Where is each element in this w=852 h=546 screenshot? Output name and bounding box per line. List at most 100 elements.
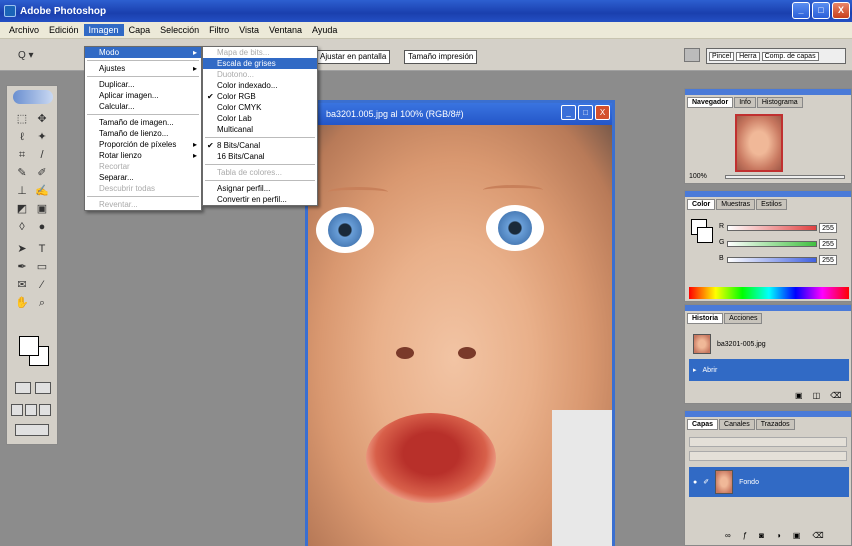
channel-b-value[interactable]: 255 [819, 255, 837, 265]
menu-ventana[interactable]: Ventana [264, 24, 307, 36]
imagen_menu-item[interactable]: Calcular... [85, 101, 201, 112]
fit-screen-button[interactable]: Ajustar en pantalla [316, 50, 391, 64]
history-new-document-icon[interactable]: ▣ [795, 391, 803, 400]
marquee-tool-icon[interactable]: ⬚ [15, 112, 29, 126]
layer-link-icon[interactable]: ∞ [725, 531, 731, 540]
history-new-snapshot-icon[interactable]: ◫ [813, 391, 821, 400]
modo_menu-item[interactable]: Asignar perfil... [203, 183, 317, 194]
healing-brush-icon[interactable]: ✎ [15, 166, 29, 180]
print-size-button[interactable]: Tamaño impresión [404, 50, 478, 64]
tab-historia[interactable]: Historia [687, 313, 724, 324]
jump-to-imageready-icon[interactable] [15, 424, 49, 436]
notes-tool-icon[interactable]: ✉ [15, 278, 29, 292]
zoom-tool-icon[interactable]: ⌕ [35, 296, 49, 310]
modo_menu-item[interactable]: Color CMYK [203, 102, 317, 113]
blur-tool-icon[interactable]: ◊ [15, 220, 29, 234]
imagen_menu-item[interactable]: Tamaño de lienzo... [85, 128, 201, 139]
tab-color[interactable]: Color [687, 199, 716, 210]
well-tab-layer-comps[interactable]: Comp. de capas [761, 51, 819, 61]
type-tool-icon[interactable]: T [35, 242, 49, 256]
imagen_menu-item[interactable]: Separar... [85, 172, 201, 183]
screen-mode-standard-icon[interactable] [11, 404, 23, 416]
adobe-feather-icon[interactable] [13, 90, 53, 104]
history-brush-icon[interactable]: ✍ [35, 184, 49, 198]
zoom-tool-preset[interactable]: Q ▾ [18, 50, 34, 61]
menu-edicion[interactable]: Edición [44, 24, 84, 36]
slice-tool-icon[interactable]: / [35, 148, 49, 162]
modo_menu-item[interactable]: ✔ 8 Bits/Canal [203, 140, 317, 151]
layer-row-fondo[interactable]: ● ✐ Fondo [689, 467, 849, 497]
foreground-color-swatch[interactable] [19, 336, 39, 356]
tab-trazados[interactable]: Trazados [755, 419, 795, 430]
layer-visibility-eye-icon[interactable]: ● [693, 479, 697, 486]
doc-close-button[interactable]: X [595, 105, 610, 120]
maximize-button[interactable]: □ [812, 2, 830, 19]
hand-tool-icon[interactable]: ✋ [15, 296, 29, 310]
lasso-tool-icon[interactable]: ℓ [15, 130, 29, 144]
color-spectrum-bar[interactable] [689, 287, 849, 299]
minimize-button[interactable]: _ [792, 2, 810, 19]
imagen_menu-item[interactable]: Ajustes ▸ [85, 63, 201, 74]
channel-r-value[interactable]: 255 [819, 223, 837, 233]
screen-mode-full-menu-icon[interactable] [25, 404, 37, 416]
modo_menu-item[interactable]: ✔ Color RGB [203, 91, 317, 102]
tab-navegador[interactable]: Navegador [687, 97, 734, 108]
tab-estilos[interactable]: Estilos [756, 199, 787, 210]
history-state-abrir[interactable]: ▸ Abrir [689, 359, 849, 381]
imagen_menu-item[interactable]: Duplicar... [85, 79, 201, 90]
eyedropper-icon[interactable]: ⁄ [35, 278, 49, 292]
image-canvas[interactable] [308, 125, 612, 546]
tab-muestras[interactable]: Muestras [716, 199, 756, 210]
lock-row[interactable] [689, 451, 847, 461]
imagen_menu-item[interactable]: Modo ▸ [85, 47, 201, 58]
modo_menu-item[interactable]: Multicanal [203, 124, 317, 135]
modo_menu-item[interactable]: Convertir en perfil... [203, 194, 317, 205]
layer-mask-icon[interactable]: ◙ [759, 531, 764, 540]
imagen_menu-item[interactable]: Rotar lienzo ▸ [85, 150, 201, 161]
dodge-tool-icon[interactable]: ● [35, 220, 49, 234]
quickmask-mode-icon[interactable] [35, 382, 51, 394]
channel-g-value[interactable]: 255 [819, 239, 837, 249]
adjustment-layer-icon[interactable]: ◑ [776, 531, 781, 540]
crop-tool-icon[interactable]: ⌗ [15, 148, 29, 162]
imagen_menu-item[interactable]: Proporción de píxeles ▸ [85, 139, 201, 150]
imagen_menu-item[interactable]: Aplicar imagen... [85, 90, 201, 101]
history-snapshot[interactable]: ba3201-005.jpg [689, 333, 849, 355]
well-tab-brush[interactable]: Pincel [709, 51, 735, 61]
printer-icon[interactable] [684, 48, 700, 62]
clone-stamp-icon[interactable]: ⊥ [15, 184, 29, 198]
path-select-icon[interactable]: ➤ [15, 242, 29, 256]
navigator-thumbnail[interactable] [735, 114, 783, 172]
new-layer-icon[interactable]: ▣ [793, 531, 801, 540]
layer-brush-icon[interactable]: ✐ [703, 478, 709, 486]
modo_menu-item[interactable]: Color indexado... [203, 80, 317, 91]
channel-r-slider[interactable] [727, 225, 817, 231]
well-tab-tool[interactable]: Herra [736, 51, 760, 61]
close-button[interactable]: X [832, 2, 850, 19]
channel-b-slider[interactable] [727, 257, 817, 263]
move-tool-icon[interactable]: ✥ [35, 112, 49, 126]
menu-vista[interactable]: Vista [234, 24, 264, 36]
eraser-tool-icon[interactable]: ◩ [15, 202, 29, 216]
magic-wand-icon[interactable]: ✦ [35, 130, 49, 144]
brush-tool-icon[interactable]: ✐ [35, 166, 49, 180]
channel-g-slider[interactable] [727, 241, 817, 247]
tab-canales[interactable]: Canales [719, 419, 755, 430]
tab-capas[interactable]: Capas [687, 419, 719, 430]
menu-imagen[interactable]: Imagen [83, 24, 124, 36]
color-bg-swatch[interactable] [697, 227, 713, 243]
navigator-zoom-slider[interactable] [725, 175, 845, 179]
tab-info[interactable]: Info [734, 97, 756, 108]
history-delete-icon[interactable]: ⌫ [830, 391, 841, 400]
menu-ayuda[interactable]: Ayuda [307, 24, 342, 36]
shape-tool-icon[interactable]: ▭ [35, 260, 49, 274]
pen-tool-icon[interactable]: ✒ [15, 260, 29, 274]
navigator-zoom[interactable]: 100% [689, 173, 707, 180]
gradient-tool-icon[interactable]: ▣ [35, 202, 49, 216]
delete-layer-icon[interactable]: ⌫ [812, 531, 823, 540]
menu-filtro[interactable]: Filtro [204, 24, 234, 36]
layer-style-icon[interactable]: ƒ [743, 531, 747, 540]
blend-mode-row[interactable] [689, 437, 847, 447]
document-titlebar[interactable]: ba3201.005.jpg al 100% (RGB/8#) _ □ X [308, 103, 612, 125]
doc-maximize-button[interactable]: □ [578, 105, 593, 120]
